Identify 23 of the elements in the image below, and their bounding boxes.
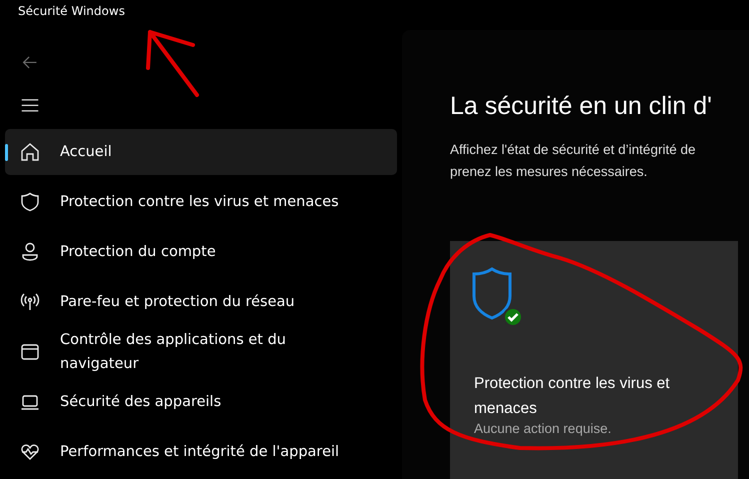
home-icon <box>20 142 40 162</box>
status-card[interactable]: Protection contre les virus et menaces Aucune action requise. <box>450 241 738 479</box>
sidebar-item[interactable]: Accueil <box>5 128 397 175</box>
person-icon <box>20 242 40 262</box>
card-status: Aucune action requise. <box>474 421 612 436</box>
page-title: La sécurité en un clin d' <box>450 92 713 121</box>
antenna-icon <box>20 292 40 312</box>
sidebar-item[interactable]: Contrôle des applications et du navigateur <box>5 328 397 375</box>
sidebar-item[interactable]: Pare-feu et protection du réseau <box>5 278 397 325</box>
window-title: Sécurité Windows <box>17 3 126 20</box>
sidebar-item[interactable]: Protection contre les virus et menaces <box>5 178 397 225</box>
page-description: Affichez l'état de sécurité et d’intégrité de prenez les mesures nécessaires. <box>450 141 696 181</box>
shield-icon <box>20 192 40 212</box>
window-icon <box>20 342 40 362</box>
sidebar-item[interactable]: Sécurité des appareils <box>5 378 397 425</box>
selection-indicator <box>5 144 8 161</box>
card-title: Protection contre les virus et menaces <box>474 374 671 419</box>
heart-icon <box>20 442 40 462</box>
annotation-arrow <box>146 30 199 97</box>
sidebar-item[interactable]: Protection du compte <box>5 228 397 275</box>
back-arrow-icon[interactable] <box>22 56 38 70</box>
menu-icon[interactable] <box>21 99 39 112</box>
sidebar-item[interactable]: Performances et intégrité de l'appareil <box>5 428 397 475</box>
